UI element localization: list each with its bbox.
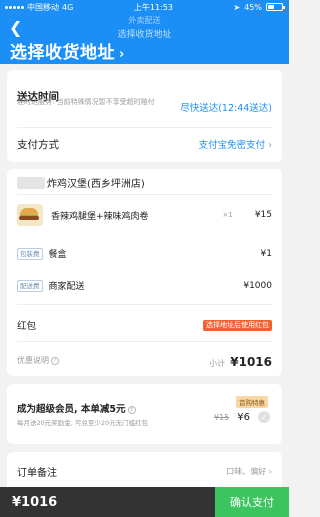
confirm-pay-button[interactable]: 确认支付 [215, 487, 289, 517]
page-title: 选择收货地址 [10, 43, 115, 63]
item-name: 香辣鸡腿堡+辣味鸡肉卷 [51, 211, 149, 222]
faded-tab-title: 外卖配送 [128, 16, 161, 25]
redpack-tag: 选择地址后使用红包 [203, 319, 272, 331]
delivery-fee-tag: 配送费 [17, 279, 43, 292]
total-amount: ¥1016 [0, 487, 215, 517]
divider [17, 127, 272, 128]
header: 中国移动 4G 上午11:53 ➤ 45% 外卖配送 选择收货地址 ❮ 选择收货… [0, 0, 289, 64]
back-button[interactable]: ❮ [9, 20, 22, 36]
subtotal-label: 小计 [209, 359, 226, 368]
delivery-price: ¥1000 [243, 280, 272, 291]
redpack-row[interactable]: 红包 选择地址后使用红包 [17, 318, 272, 332]
item-qty: ×1 [222, 211, 233, 219]
notes-row[interactable]: 订单备注 口味、偏好 › [17, 464, 272, 479]
status-bar: 中国移动 4G 上午11:53 ➤ 45% [0, 0, 289, 14]
packing-label: 餐盒 [48, 250, 67, 260]
signal-icon [5, 5, 24, 9]
payment-label: 支付方式 [17, 138, 59, 151]
battery-icon [266, 3, 285, 11]
divider [17, 341, 272, 342]
clock: 上午11:53 [133, 2, 173, 12]
shop-logo [17, 176, 45, 189]
order-item: 香辣鸡腿堡+辣味鸡肉卷 ×1 ¥15 [17, 204, 272, 226]
divider [17, 304, 272, 305]
delivery-label: 商家配送 [48, 282, 85, 292]
member-title: 成为超级会员, 本单减5元? [17, 401, 136, 415]
chevron-left-icon: ❮ [9, 18, 23, 37]
question-icon: ? [51, 356, 59, 365]
notes-label: 订单备注 [17, 468, 57, 479]
delivery-time-value: 尽快送达(12:44送达) [180, 103, 272, 114]
check-circle-icon[interactable]: ✓ [258, 411, 270, 423]
item-price: ¥15 [254, 210, 272, 220]
shop-row: 炸鸡汉堡(西乡坪洲店) [17, 175, 272, 190]
delivery-fee-row: 配送费 商家配送 ¥1000 [17, 279, 272, 292]
subtotal-value: ¥1016 [230, 355, 272, 369]
delivery-note: 准时达服务: 当前特殊情况暂不享受超时赔付 [17, 98, 155, 106]
bottom-bar: ¥1016 确认支付 [0, 487, 289, 517]
discount-info[interactable]: 优惠说明? [17, 355, 59, 366]
divider [17, 194, 272, 195]
chevron-right-icon: › [268, 467, 272, 476]
food-image [17, 204, 43, 226]
delivery-time-row[interactable]: 送达时间 尽快送达(12:44送达) [17, 78, 272, 115]
packing-fee-tag: 包装费 [17, 247, 43, 260]
member-desc: 每月送20元奖励金, 可兑至少20元无门槛红包 [17, 419, 149, 427]
first-purchase-badge: 首购特惠 [236, 396, 268, 408]
notes-card[interactable]: 订单备注 口味、偏好 › [7, 452, 282, 492]
chevron-right-icon: › [119, 47, 125, 62]
packing-price: ¥1 [260, 248, 272, 259]
location-icon: ➤ [233, 2, 241, 12]
network-type: 4G [62, 2, 74, 12]
delivery-card: 送达时间 尽快送达(12:44送达) 准时达服务: 当前特殊情况暂不享受超时赔付… [7, 70, 282, 162]
battery-percent: 45% [244, 2, 262, 12]
new-price: ¥6 [237, 411, 250, 423]
chevron-right-icon: › [268, 140, 272, 151]
packing-fee-row: 包装费 餐盒 ¥1 [17, 247, 272, 260]
discount-label: 优惠说明 [17, 356, 49, 365]
member-card[interactable]: 成为超级会员, 本单减5元? 每月送20元奖励金, 可兑至少20元无门槛红包 首… [7, 384, 282, 444]
old-price: ¥15 [213, 412, 230, 422]
redpack-label: 红包 [17, 321, 37, 332]
payment-value: 支付宝免密支付 [198, 140, 266, 151]
subtotal-row: 优惠说明? 小计 ¥1016 [17, 351, 272, 370]
carrier: 中国移动 [27, 2, 59, 12]
question-icon: ? [127, 405, 136, 414]
select-address-button[interactable]: 选择收货地址 › [10, 38, 125, 63]
order-card: 炸鸡汉堡(西乡坪洲店) 香辣鸡腿堡+辣味鸡肉卷 ×1 ¥15 包装费 餐盒 ¥1… [7, 169, 282, 376]
payment-method-row[interactable]: 支付方式 支付宝免密支付 › [17, 133, 272, 155]
member-title-text: 成为超级会员, 本单减5元 [17, 404, 126, 415]
notes-placeholder: 口味、偏好 [226, 467, 267, 476]
shop-name: 炸鸡汉堡(西乡坪洲店) [47, 179, 145, 190]
